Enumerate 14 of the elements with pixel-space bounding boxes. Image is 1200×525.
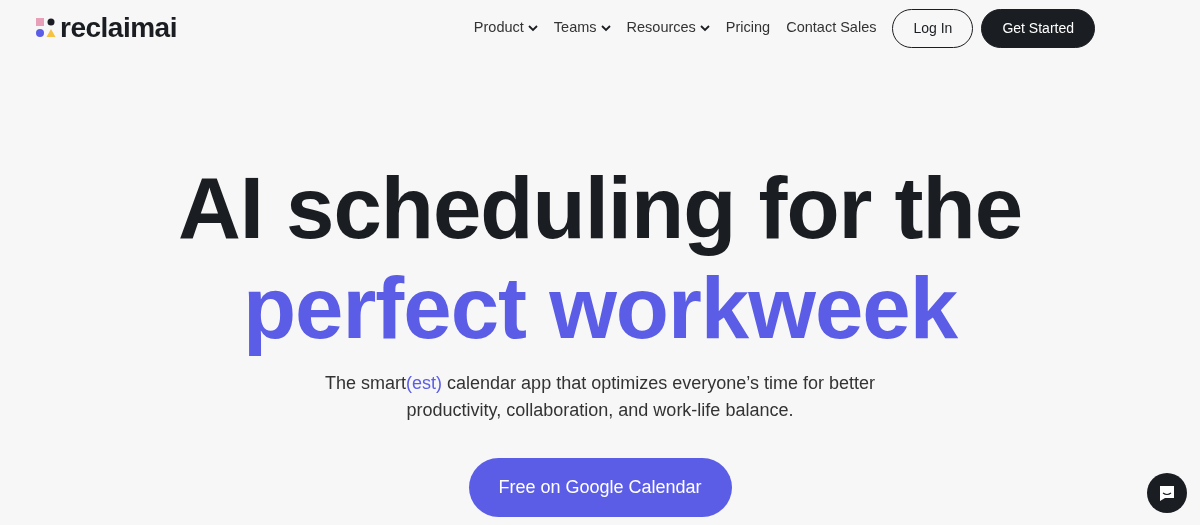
get-started-button[interactable]: Get Started bbox=[981, 8, 1095, 48]
headline: AI scheduling for the bbox=[177, 158, 1023, 258]
logo-icon bbox=[36, 18, 56, 38]
chat-icon bbox=[1159, 484, 1175, 502]
nav-link[interactable]: Contact Sales bbox=[786, 17, 877, 39]
nav-dropdown[interactable]: Resources bbox=[626, 17, 710, 39]
nav-link[interactable]: Pricing bbox=[725, 17, 771, 39]
nav-dropdown[interactable]: Teams bbox=[553, 17, 611, 39]
nav-dropdown[interactable]: Product bbox=[473, 17, 538, 39]
headline: perfect workweek bbox=[242, 258, 958, 358]
cta-button[interactable]: Free on Google Calendar bbox=[468, 458, 732, 517]
subtitle: The smart(est) calendar app that optimizes everyone’s time for better productivity, collaboration, and work-life balance. bbox=[324, 372, 876, 422]
logo-text[interactable]: reclaimai bbox=[60, 7, 177, 49]
chat-button[interactable] bbox=[1147, 473, 1187, 513]
